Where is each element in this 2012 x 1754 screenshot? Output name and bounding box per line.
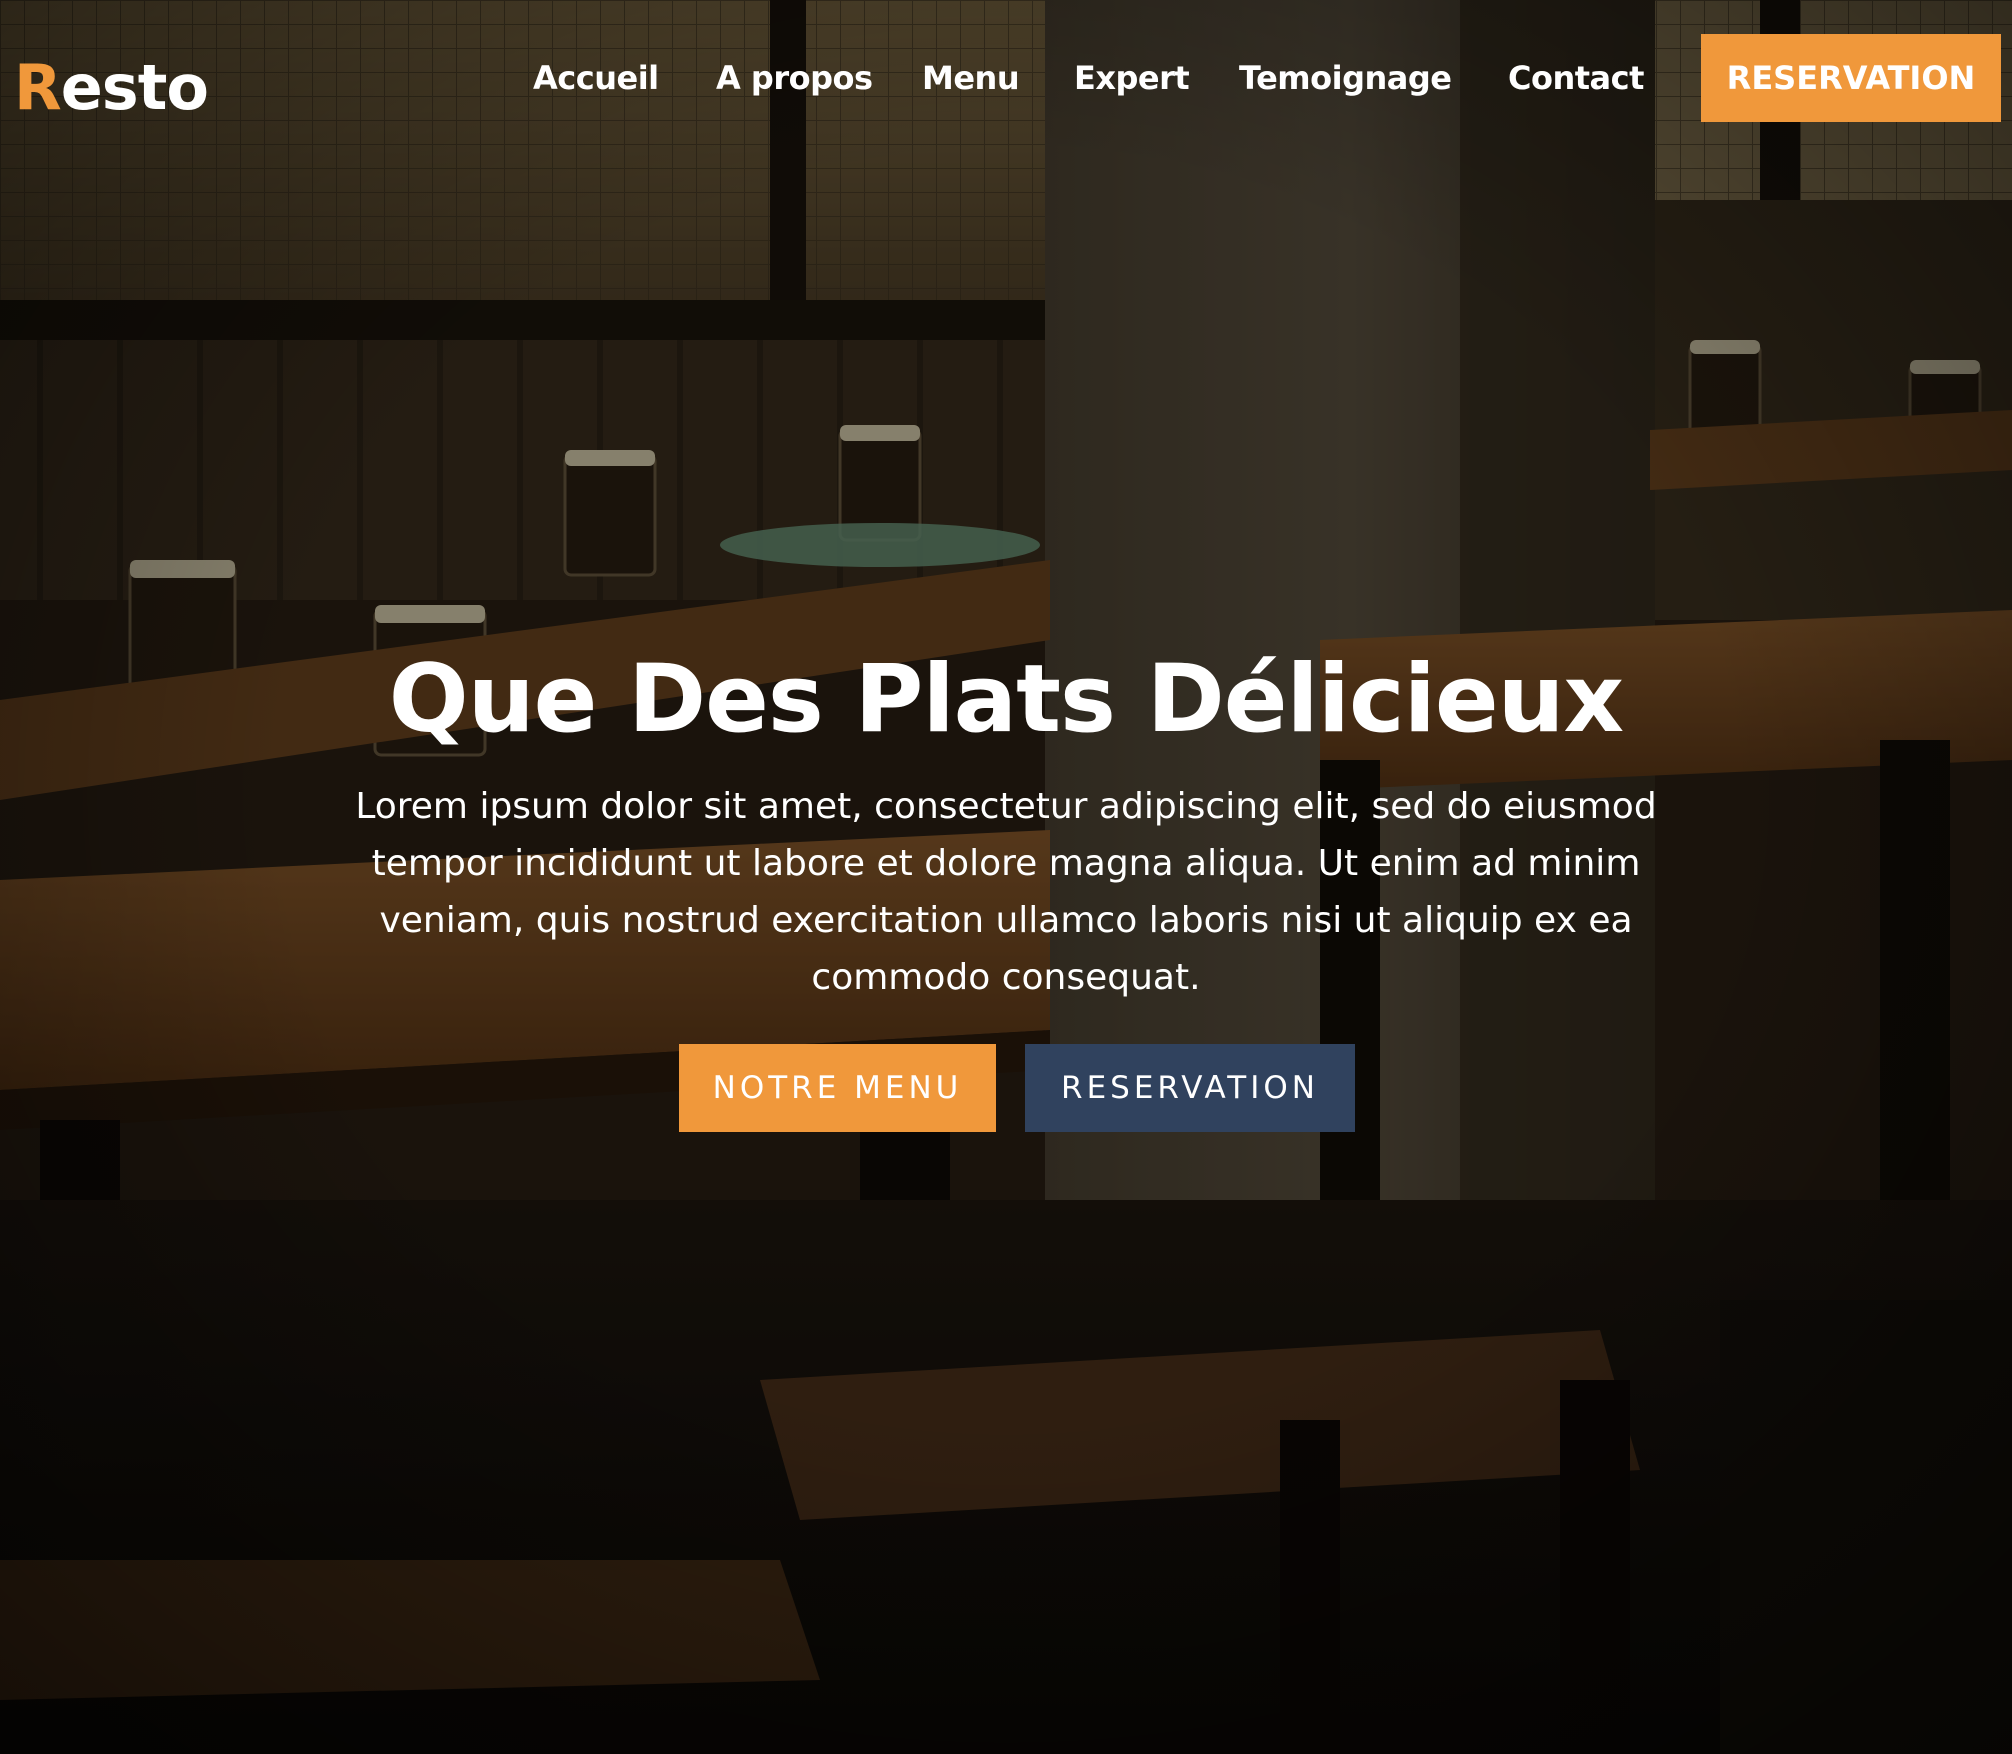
header-reservation-button[interactable]: RESERVATION — [1701, 34, 2001, 122]
nav-link-expert[interactable]: Expert — [1074, 56, 1190, 100]
hero-title: Que Des Plats Délicieux — [388, 645, 1624, 754]
notre-menu-button[interactable]: NOTRE MENU — [679, 1044, 996, 1132]
logo-rest: esto — [60, 51, 209, 124]
nav-link-contact[interactable]: Contact — [1508, 56, 1644, 100]
nav-link-temoignage[interactable]: Temoignage — [1239, 56, 1452, 100]
site-logo[interactable]: Resto — [14, 50, 209, 126]
hero-reservation-button[interactable]: RESERVATION — [1025, 1044, 1355, 1132]
nav-link-a-propos[interactable]: A propos — [716, 56, 873, 100]
hero-buttons: NOTRE MENU RESERVATION — [0, 1044, 2012, 1132]
site-header: Resto Accueil A propos Menu Expert Temoi… — [0, 0, 2012, 160]
hero-section: Resto Accueil A propos Menu Expert Temoi… — [0, 0, 2012, 1754]
hero-content: Que Des Plats Délicieux Lorem ipsum dolo… — [0, 640, 2012, 1006]
hero-description: Lorem ipsum dolor sit amet, consectetur … — [355, 786, 1657, 998]
nav-link-menu[interactable]: Menu — [922, 56, 1020, 100]
logo-first-letter: R — [14, 51, 62, 124]
nav-link-accueil[interactable]: Accueil — [533, 56, 659, 100]
